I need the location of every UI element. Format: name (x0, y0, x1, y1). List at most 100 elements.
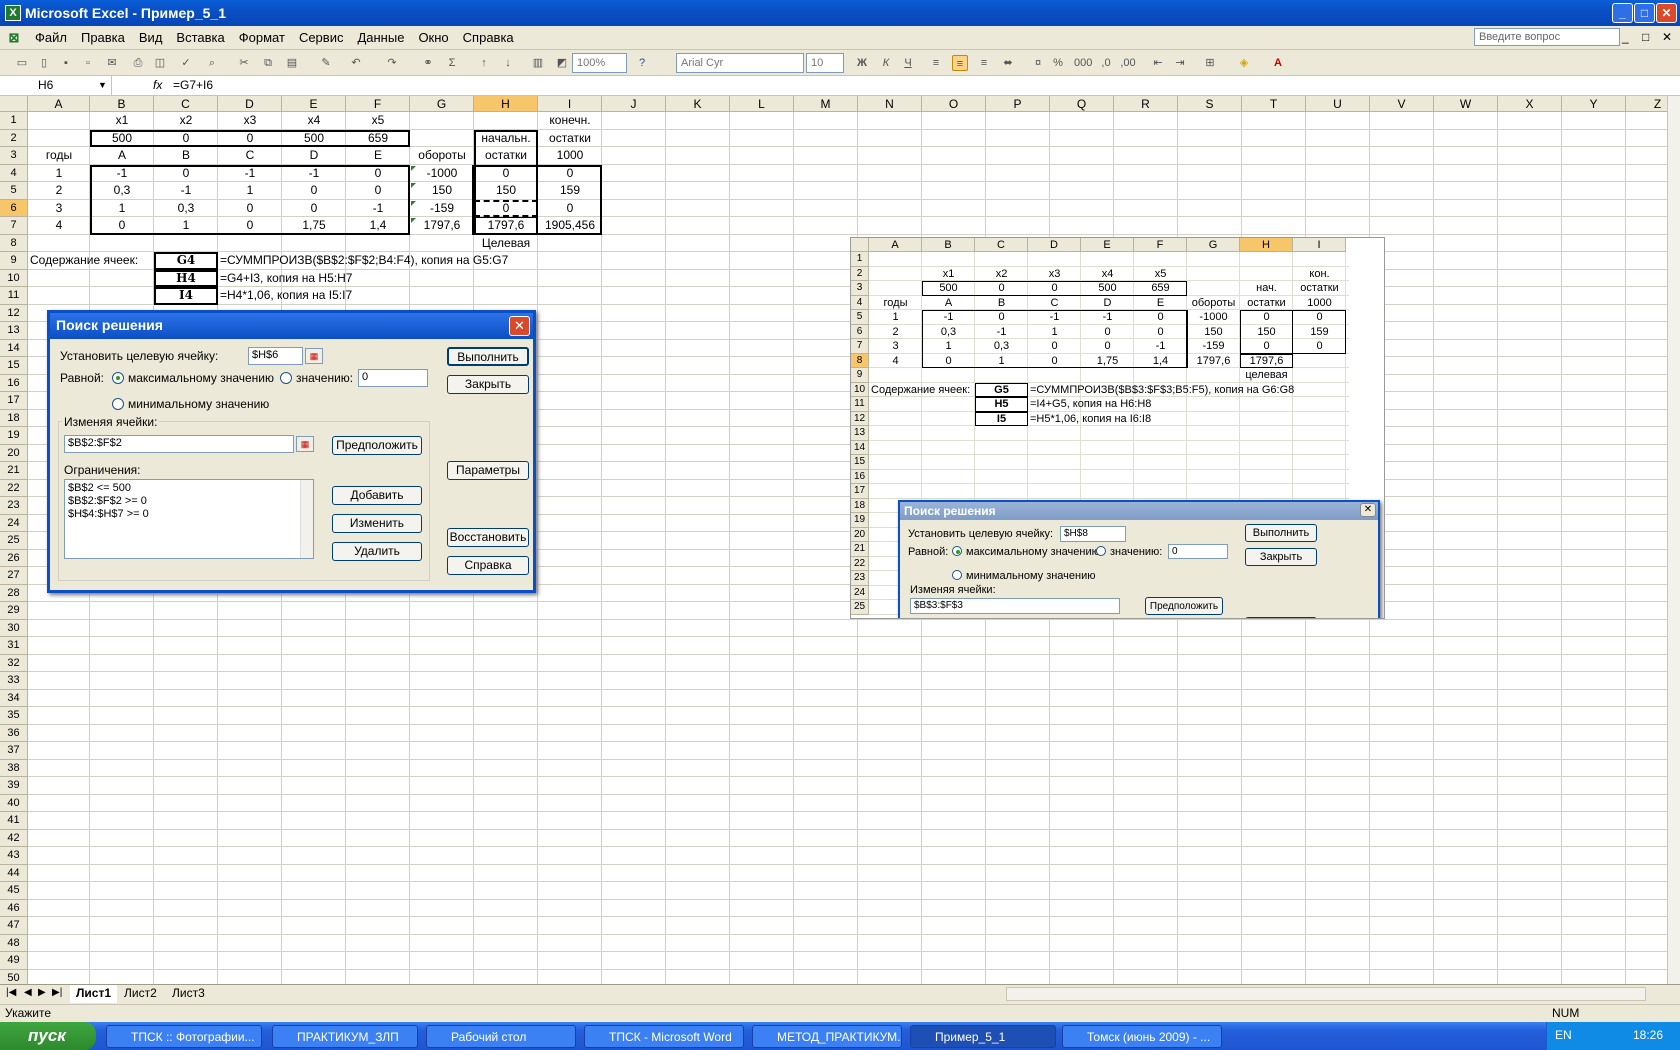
add-constraint-button[interactable]: Добавить (332, 486, 422, 505)
row-header[interactable]: 32 (0, 654, 28, 672)
align-right-icon[interactable]: ≡ (976, 55, 992, 71)
row-header[interactable]: 27 (0, 567, 28, 585)
change-constraint-button[interactable]: Изменить (332, 514, 422, 533)
currency-icon[interactable]: ¤ (1030, 55, 1046, 71)
constraint-item[interactable]: $H$4:$H$7 >= 0 (68, 508, 310, 521)
cell-e3[interactable]: D (282, 147, 346, 164)
column-header-n[interactable]: N (858, 96, 922, 112)
row-header[interactable]: 42 (0, 829, 28, 847)
row-header[interactable]: 41 (0, 812, 28, 830)
thousands-icon[interactable]: 000 (1074, 55, 1092, 71)
solve-button[interactable]: Выполнить (447, 347, 529, 366)
font-size-select[interactable]: 10 (806, 53, 844, 73)
column-header-l[interactable]: L (730, 96, 794, 112)
row-header[interactable]: 50 (0, 969, 28, 984)
column-header-a[interactable]: A (28, 96, 90, 112)
constraint-item[interactable]: $B$2:$F$2 >= 0 (68, 495, 310, 508)
value-of-input[interactable]: 0 (358, 369, 428, 387)
row-header[interactable]: 5 (0, 182, 28, 200)
format-painter-icon[interactable]: ✎ (318, 55, 334, 71)
row-header[interactable]: 11 (0, 287, 28, 305)
close-dialog-button[interactable]: Закрыть (447, 375, 529, 394)
cell-c3[interactable]: B (154, 147, 218, 164)
row-header[interactable]: 17 (0, 392, 28, 410)
minimize-button[interactable]: _ (1612, 3, 1633, 23)
cell-a6[interactable]: 3 (28, 200, 90, 217)
cell-d1[interactable]: x3 (218, 112, 282, 129)
taskbar-button[interactable]: ТПСК - Microsoft Word (584, 1025, 744, 1048)
column-header-r[interactable]: R (1114, 96, 1178, 112)
spelling-icon[interactable]: ✓ (178, 55, 194, 71)
tab-first-icon[interactable]: |◀ (6, 987, 16, 998)
row-header[interactable]: 49 (0, 952, 28, 970)
menu-insert[interactable]: Вставка (169, 30, 231, 45)
column-header-y[interactable]: Y (1562, 96, 1626, 112)
doc-restore-button[interactable]: □ (1642, 30, 1649, 44)
taskbar-button[interactable]: Томск (июнь 2009) - ... (1062, 1025, 1222, 1048)
font-select[interactable]: Arial Cyr (676, 53, 804, 73)
cell-a7[interactable]: 4 (28, 217, 90, 234)
menu-help[interactable]: Справка (456, 30, 521, 45)
constraints-scrollbar[interactable] (300, 480, 313, 558)
decrease-indent-icon[interactable]: ⇤ (1150, 55, 1166, 71)
column-header-e[interactable]: E (282, 96, 346, 112)
maximize-button[interactable]: □ (1634, 3, 1655, 23)
constraints-list[interactable]: $B$2 <= 500 $B$2:$F$2 >= 0 $H$4:$H$7 >= 0 (64, 479, 314, 559)
row-header[interactable]: 2 (0, 129, 28, 147)
column-header-s[interactable]: S (1178, 96, 1242, 112)
cell-i1[interactable]: конечн. (538, 112, 602, 129)
align-center-icon[interactable]: ≡ (952, 55, 968, 71)
taskbar-button[interactable]: Рабочий стол (426, 1025, 576, 1048)
row-header[interactable]: 21 (0, 462, 28, 480)
cell-f3[interactable]: E (346, 147, 410, 164)
zoom-select[interactable]: 100% (572, 53, 627, 73)
row-header[interactable]: 18 (0, 409, 28, 427)
doc-close-button[interactable]: ✕ (1662, 30, 1672, 44)
options-button[interactable]: Параметры (447, 461, 529, 480)
column-header-u[interactable]: U (1306, 96, 1370, 112)
row-header[interactable]: 43 (0, 847, 28, 865)
namebox-dropdown-icon[interactable]: ▼ (98, 80, 107, 90)
open-icon[interactable]: ▯ (36, 55, 52, 71)
taskbar-button[interactable]: Пример_5_1 (910, 1025, 1056, 1048)
column-header-m[interactable]: M (794, 96, 858, 112)
permission-icon[interactable]: ▫ (80, 55, 96, 71)
dialog-close-button[interactable]: ✕ (509, 316, 530, 336)
new-icon[interactable]: ▭ (14, 55, 30, 71)
sort-asc-icon[interactable]: ↑ (476, 55, 492, 71)
menu-edit[interactable]: Правка (74, 30, 132, 45)
row-header[interactable]: 29 (0, 602, 28, 620)
radio-min[interactable] (112, 398, 124, 410)
autosum-icon[interactable]: Σ (444, 55, 460, 71)
column-header-w[interactable]: W (1434, 96, 1498, 112)
cell-a5[interactable]: 2 (28, 182, 90, 199)
constraint-item[interactable]: $B$2 <= 500 (68, 482, 310, 495)
row-header[interactable]: 26 (0, 549, 28, 567)
radio-value[interactable] (280, 372, 292, 384)
taskbar-button[interactable]: ТПСК :: Фотографии... (106, 1025, 262, 1048)
column-header-h[interactable]: H (474, 96, 538, 112)
cell-i2[interactable]: остатки (538, 130, 602, 147)
merge-center-icon[interactable]: ⬌ (1000, 55, 1016, 71)
hyperlink-icon[interactable]: ⚭ (420, 55, 436, 71)
align-left-icon[interactable]: ≡ (928, 55, 944, 71)
redo-icon[interactable]: ↷ (384, 55, 400, 71)
column-header-k[interactable]: K (666, 96, 730, 112)
row-header[interactable]: 6 (0, 199, 28, 217)
column-header-i[interactable]: I (538, 96, 602, 112)
cell-h8[interactable]: Целевая (474, 235, 538, 252)
row-header[interactable]: 48 (0, 934, 28, 952)
tab-last-icon[interactable]: ▶| (52, 987, 62, 998)
row-header[interactable]: 16 (0, 374, 28, 392)
target-cell-input[interactable]: $H$6 (248, 347, 303, 365)
column-header-q[interactable]: Q (1050, 96, 1114, 112)
email-icon[interactable]: ✉ (104, 55, 120, 71)
help-icon[interactable]: ? (634, 55, 650, 71)
row-header[interactable]: 10 (0, 269, 28, 287)
tab-sheet2[interactable]: Лист2 (118, 985, 163, 1003)
cell-b3[interactable]: A (90, 147, 154, 164)
row-header[interactable]: 38 (0, 759, 28, 777)
row-header[interactable]: 3 (0, 147, 28, 165)
print-icon[interactable]: ⎙ (130, 55, 146, 71)
reset-all-button[interactable]: Восстановить (447, 528, 529, 547)
